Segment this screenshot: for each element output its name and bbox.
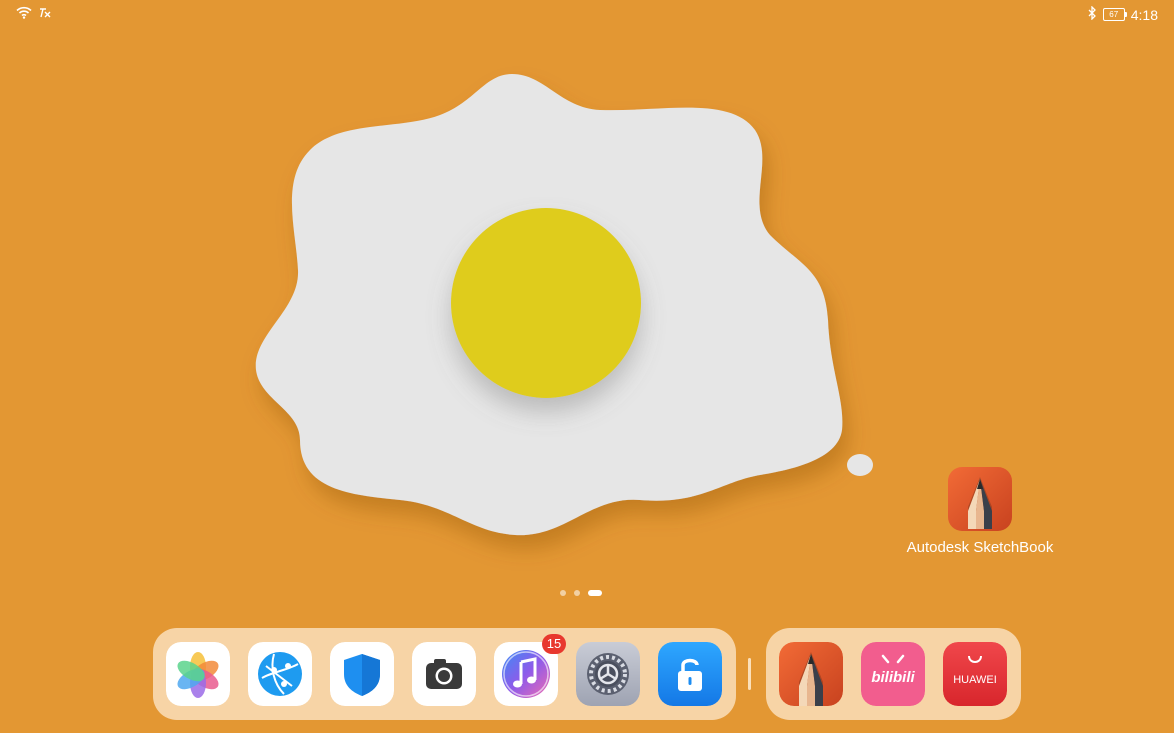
browser-app[interactable] [248, 642, 312, 706]
status-right: 67 4:18 [1087, 5, 1158, 23]
wifi-icon [16, 6, 32, 22]
page-dot[interactable] [560, 590, 566, 596]
page-dot[interactable] [574, 590, 580, 596]
huawei-appgallery-icon[interactable]: HUAWEI [943, 642, 1007, 706]
desktop-app-label: Autodesk SketchBook [906, 539, 1054, 556]
fried-egg-wallpaper [255, 74, 873, 536]
security-shield-icon[interactable] [330, 642, 394, 706]
bluetooth-icon [1087, 5, 1097, 23]
settings-icon[interactable] [576, 642, 640, 706]
data-transfer-icon [38, 7, 52, 22]
notification-badge: 15 [542, 634, 566, 654]
battery-icon: 67 [1102, 8, 1127, 21]
status-left [16, 6, 52, 22]
camera-icon[interactable] [412, 642, 476, 706]
desktop-app-sketchbook[interactable]: Autodesk SketchBook [900, 467, 1060, 556]
page-indicator [560, 590, 602, 596]
settings-app[interactable] [576, 642, 640, 706]
unlock-app[interactable] [658, 642, 722, 706]
egg-yolk [451, 208, 641, 398]
huawei-wordmark: HUAWEI [953, 674, 997, 686]
security-app[interactable] [330, 642, 394, 706]
sketchbook-icon[interactable] [948, 467, 1012, 531]
status-bar: 67 4:18 [0, 0, 1174, 28]
gallery-icon[interactable] [166, 642, 230, 706]
unlock-icon[interactable] [658, 642, 722, 706]
dock: 15 [153, 628, 736, 720]
status-clock: 4:18 [1130, 6, 1158, 23]
browser-icon[interactable] [248, 642, 312, 706]
bilibili-app[interactable]: bilibili [861, 642, 925, 706]
recent-sketchbook-app[interactable] [779, 642, 843, 706]
small-egg-drop [847, 454, 873, 476]
camera-app[interactable] [412, 642, 476, 706]
bilibili-wordmark: bilibili [871, 669, 915, 686]
huawei-appgallery-app[interactable]: HUAWEI [943, 642, 1007, 706]
dock-divider [748, 658, 751, 690]
music-app[interactable]: 15 [494, 634, 566, 706]
bilibili-icon[interactable]: bilibili [861, 642, 925, 706]
sketchbook-icon[interactable] [779, 642, 843, 706]
recent-apps-dock: bilibili HUAWEI [766, 628, 1021, 720]
gallery-app[interactable] [166, 642, 230, 706]
page-dot-active[interactable] [588, 590, 602, 596]
